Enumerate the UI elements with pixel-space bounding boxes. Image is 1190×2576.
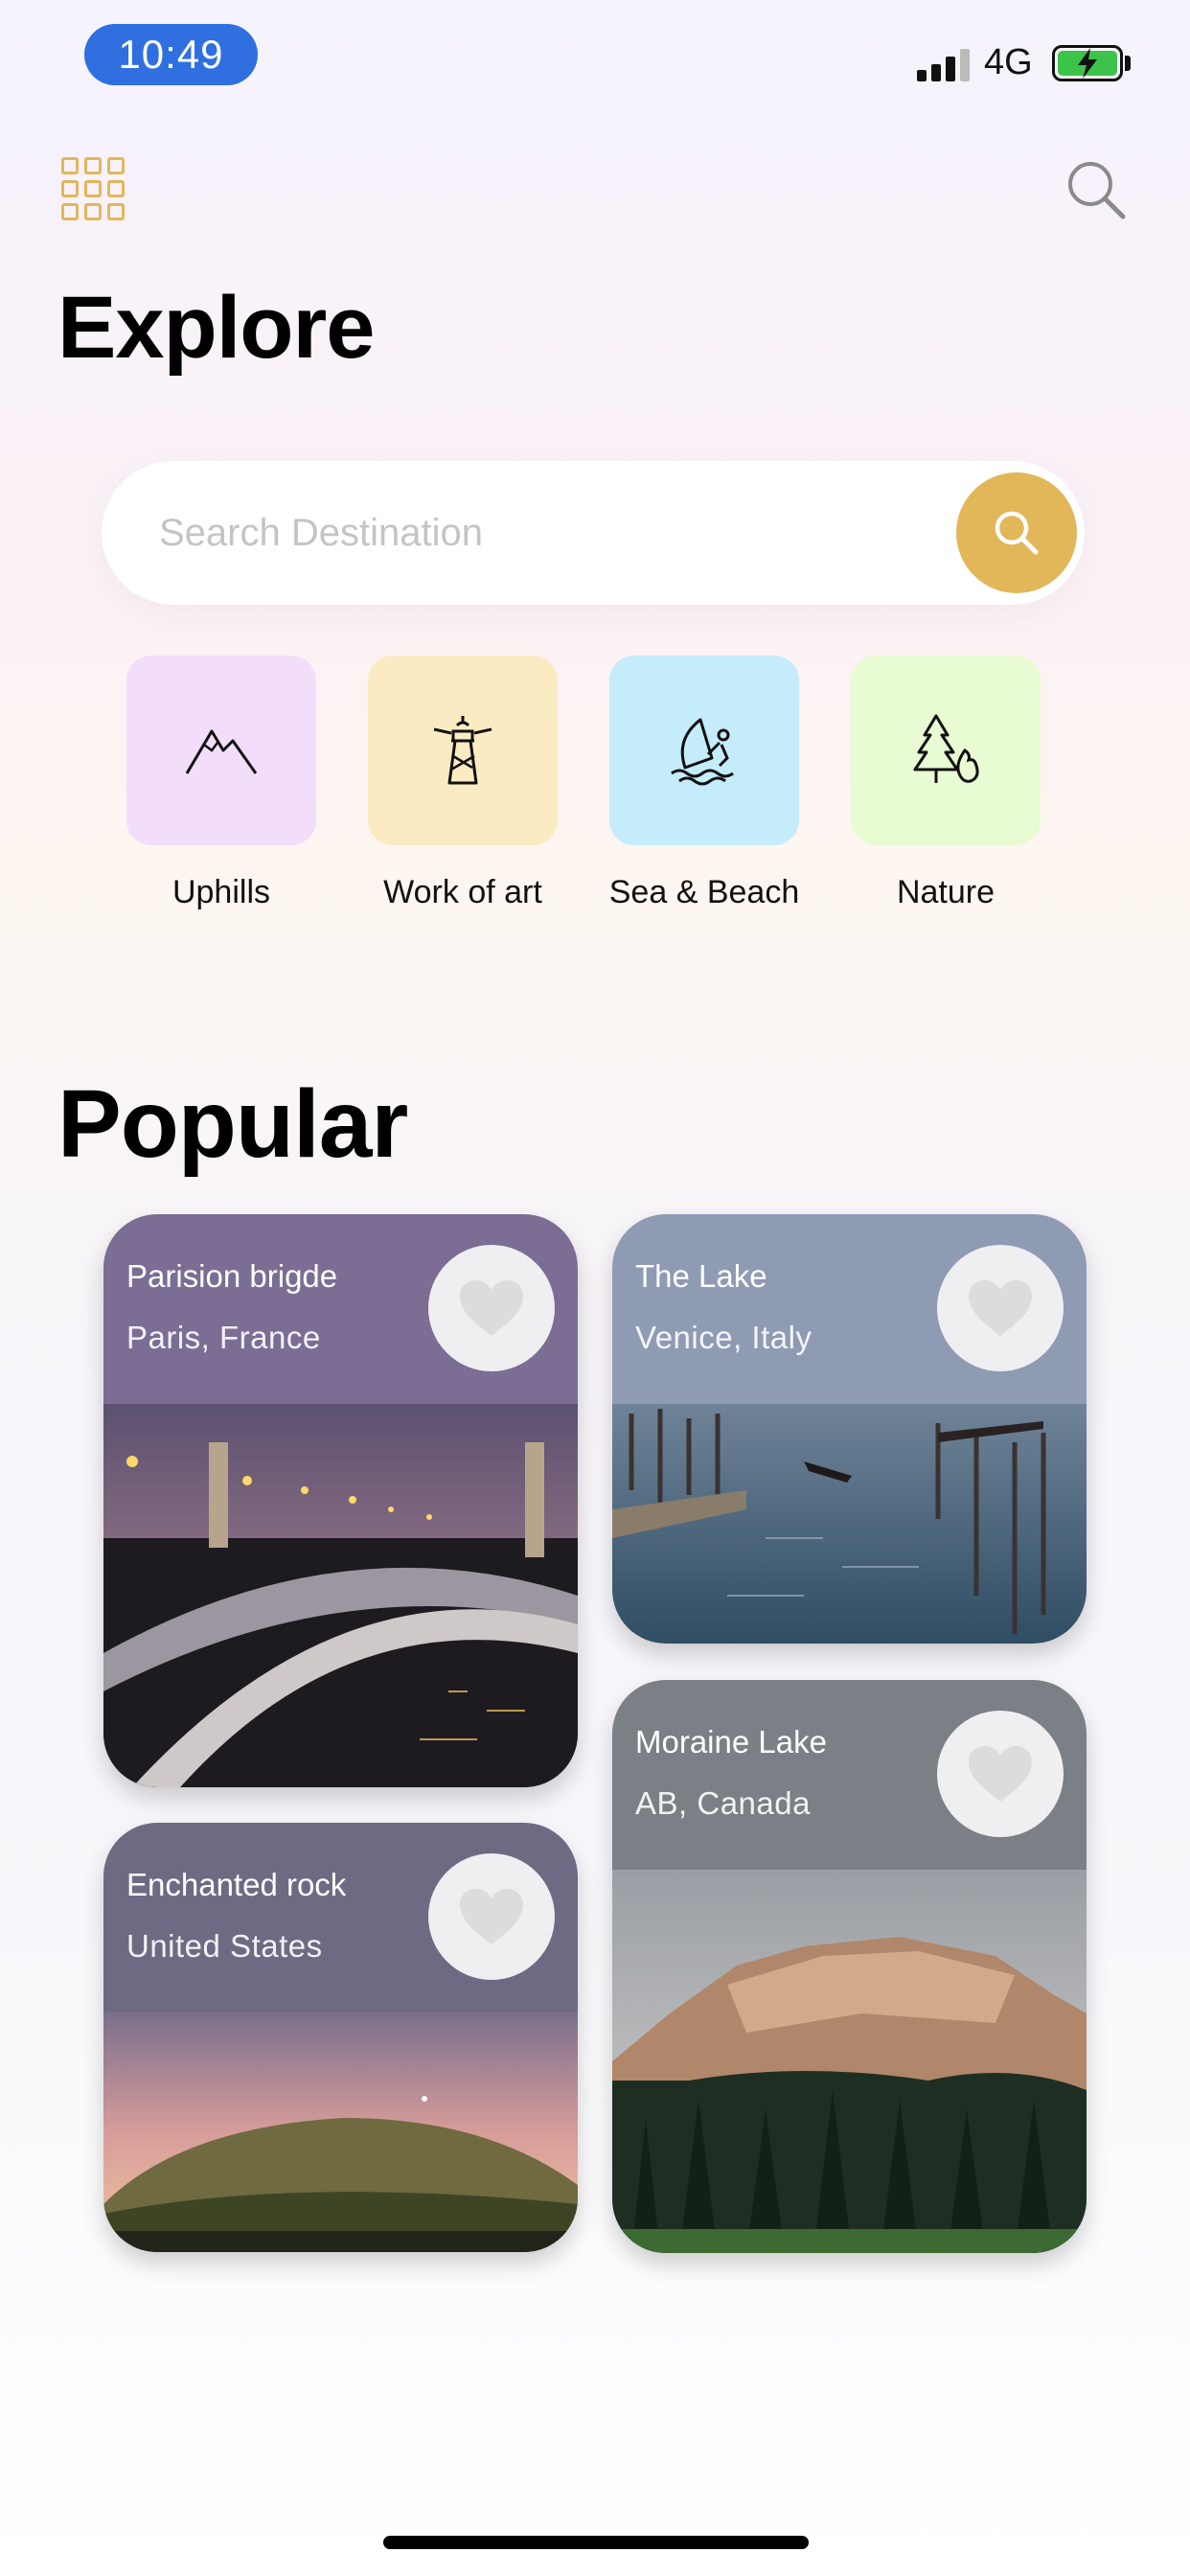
card-subtitle: Venice, Italy — [635, 1320, 812, 1355]
card-subtitle: AB, Canada — [635, 1785, 811, 1821]
category-nature[interactable]: Nature — [851, 656, 1041, 911]
category-tile[interactable] — [126, 656, 316, 845]
mountain-icon — [185, 729, 258, 774]
search-bar — [102, 461, 1085, 605]
home-indicator — [383, 2536, 809, 2549]
destination-card-moraine-lake[interactable]: Moraine Lake AB, Canada — [612, 1680, 1087, 2253]
lighthouse-icon — [433, 716, 492, 785]
menu-grid-icon[interactable] — [61, 157, 125, 220]
card-title: Moraine Lake — [635, 1724, 827, 1760]
status-time: 10:49 — [84, 24, 258, 85]
category-label: Uphills — [172, 874, 271, 910]
card-title: Parision brigde — [126, 1258, 338, 1294]
search-icon[interactable] — [1064, 157, 1127, 220]
heart-icon — [969, 1280, 1032, 1336]
category-tile[interactable] — [609, 656, 799, 845]
search-input[interactable] — [159, 499, 945, 566]
forest-icon — [913, 714, 979, 783]
favorite-button[interactable] — [937, 1245, 1064, 1371]
signal-icon — [917, 47, 971, 81]
category-uphills[interactable]: Uphills — [126, 656, 316, 911]
card-subtitle: Paris, France — [126, 1320, 321, 1355]
favorite-button[interactable] — [428, 1245, 555, 1371]
windsurf-icon — [671, 718, 734, 786]
category-sea-beach[interactable]: Sea & Beach — [609, 656, 799, 911]
card-image — [103, 1404, 578, 1787]
card-image — [612, 1404, 1087, 1644]
card-title: The Lake — [635, 1258, 767, 1294]
heart-icon — [460, 1889, 523, 1944]
favorite-button[interactable] — [937, 1711, 1064, 1837]
card-image — [612, 1870, 1087, 2253]
destination-card-venice[interactable]: The Lake Venice, Italy — [612, 1214, 1087, 1644]
network-type: 4G — [984, 42, 1033, 82]
category-tile[interactable] — [851, 656, 1041, 845]
page-title: Explore — [57, 279, 375, 377]
destination-card-paris[interactable]: Parision brigde Paris, France — [103, 1214, 578, 1787]
destination-card-enchanted-rock[interactable]: Enchanted rock United States — [103, 1823, 578, 2252]
search-icon — [995, 511, 1039, 555]
search-button[interactable] — [956, 472, 1077, 593]
section-title-popular: Popular — [57, 1070, 408, 1178]
category-tile[interactable] — [368, 656, 558, 845]
heart-icon — [460, 1280, 523, 1336]
heart-icon — [969, 1746, 1032, 1802]
card-subtitle: United States — [126, 1928, 323, 1964]
card-image — [103, 2012, 578, 2252]
card-title: Enchanted rock — [126, 1867, 347, 1902]
category-label: Nature — [896, 874, 995, 910]
favorite-button[interactable] — [428, 1853, 555, 1980]
category-work-of-art[interactable]: Work of art — [368, 656, 558, 911]
category-label: Work of art — [383, 874, 542, 910]
charging-bolt-icon — [1078, 48, 1097, 79]
battery-tip — [1125, 56, 1131, 71]
category-label: Sea & Beach — [608, 874, 800, 910]
